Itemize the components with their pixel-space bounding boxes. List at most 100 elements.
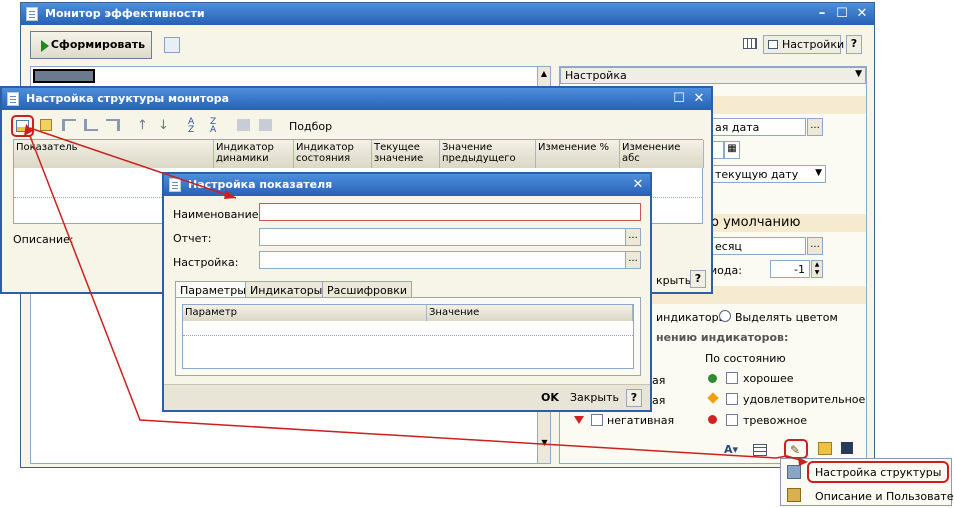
- scroll-up-arrow[interactable]: ▲: [538, 67, 550, 80]
- move-up-icon[interactable]: ↑: [137, 118, 148, 133]
- settings-header-select[interactable]: Настройка ▼: [560, 67, 866, 84]
- date-field[interactable]: ая дата: [710, 118, 806, 136]
- settings-header-label: Настройка: [565, 69, 627, 82]
- refresh-icon[interactable]: [164, 37, 180, 53]
- column-header[interactable]: Изменение %: [536, 140, 620, 168]
- settings-button[interactable]: Настройки: [763, 35, 845, 54]
- ok-state-checkbox[interactable]: [726, 393, 738, 405]
- setting-field[interactable]: [259, 251, 626, 269]
- column-header[interactable]: Показатель: [14, 140, 214, 168]
- ok-button[interactable]: OK: [541, 391, 559, 404]
- main-window-titlebar: Монитор эффективности – ☐ ✕: [21, 3, 874, 25]
- minimize-button[interactable]: –: [814, 6, 830, 22]
- indicator-help-button[interactable]: ?: [626, 389, 642, 407]
- menu-item-description[interactable]: Описание и Пользователи: [781, 485, 954, 505]
- maximize-button[interactable]: ☐: [671, 91, 687, 107]
- settings-button-label: Настройки: [782, 38, 845, 51]
- tabs: Параметры Индикаторы Расшифровки Парамет…: [175, 281, 641, 376]
- highlight-radio[interactable]: [719, 310, 731, 322]
- good-state-checkbox[interactable]: [726, 372, 738, 384]
- table-row[interactable]: [183, 322, 633, 336]
- add-group-icon[interactable]: [40, 119, 52, 131]
- document-icon: [169, 178, 181, 192]
- play-icon: [41, 40, 49, 52]
- report-field[interactable]: [259, 228, 626, 246]
- sort-asc-icon[interactable]: AZ: [188, 118, 194, 135]
- generate-button[interactable]: Сформировать: [30, 31, 152, 59]
- structure-settings-icon: [787, 465, 801, 479]
- sort-desc-icon[interactable]: ZA: [210, 118, 216, 135]
- help-button[interactable]: ?: [846, 35, 862, 54]
- calendar-icon[interactable]: ▦: [724, 141, 740, 159]
- menu-item-structure[interactable]: Настройка структуры: [781, 461, 951, 483]
- popup-menu: Настройка структуры Описание и Пользоват…: [780, 458, 954, 506]
- description-label: Описание:: [13, 233, 74, 246]
- default-section-title: о умолчанию: [711, 215, 801, 230]
- report-select-button[interactable]: ...: [625, 228, 641, 246]
- indicators-option[interactable]: индикаторы: [656, 311, 727, 324]
- move-level-up-icon[interactable]: [62, 119, 76, 131]
- maximize-button[interactable]: ☐: [834, 6, 850, 22]
- setting-select-button[interactable]: ...: [625, 251, 641, 269]
- column-header[interactable]: Текущее значение: [372, 140, 440, 168]
- text-format-icon[interactable]: A▾: [724, 443, 738, 456]
- structure-help-button[interactable]: ?: [690, 270, 706, 288]
- negative-checkbox[interactable]: [591, 414, 603, 426]
- menu-item-structure-label: Настройка структуры: [815, 466, 942, 479]
- column-header[interactable]: Изменение абс: [620, 140, 704, 168]
- name-field[interactable]: [259, 203, 641, 221]
- period-text: есяц: [715, 240, 742, 253]
- date-select-button[interactable]: ...: [807, 118, 823, 136]
- column-header[interactable]: Индикатор состояния: [294, 140, 372, 168]
- main-window-title: Монитор эффективности: [45, 7, 205, 20]
- period-label: иода:: [710, 264, 742, 277]
- column-header[interactable]: Индикатор динамики: [214, 140, 294, 168]
- tools-button[interactable]: ✎: [784, 439, 808, 459]
- scroll-down-arrow[interactable]: ▼: [538, 436, 551, 449]
- period-select-button[interactable]: ...: [807, 237, 823, 255]
- tab-decodings[interactable]: Расшифровки: [322, 281, 413, 298]
- name-label: Наименование:: [173, 208, 263, 221]
- period-spinner[interactable]: ▲ ▼: [811, 260, 823, 278]
- indicator-window: Настройка показателя ✕ Наименование: Отч…: [162, 172, 652, 412]
- add-indicator-button[interactable]: [11, 115, 34, 137]
- wrench-icon: ✎: [790, 443, 801, 457]
- save-icon[interactable]: [841, 442, 853, 454]
- copy-icon[interactable]: [259, 119, 272, 131]
- close-button[interactable]: ✕: [691, 91, 707, 107]
- period-value: -1: [794, 263, 805, 276]
- report-label: Отчет:: [173, 232, 212, 245]
- move-down-icon[interactable]: ↓: [158, 118, 169, 133]
- alarm-state-checkbox[interactable]: [726, 414, 738, 426]
- good-state-label: хорошее: [743, 372, 794, 385]
- close-button[interactable]: ✕: [630, 177, 646, 193]
- podbor-button[interactable]: Подбор: [289, 120, 332, 133]
- document-icon: [26, 7, 38, 21]
- indicator-button-bar: OK Закрыть ?: [164, 384, 650, 410]
- close-dialog-button[interactable]: Закрыть: [570, 391, 619, 404]
- good-state-icon: [708, 374, 717, 383]
- table-icon[interactable]: [753, 444, 767, 456]
- dynamic-positive-label: ая: [652, 374, 666, 387]
- period-value-input[interactable]: -1: [770, 260, 810, 278]
- move-level-down-icon[interactable]: [84, 119, 98, 131]
- column-header[interactable]: Значение предыдущего: [440, 140, 536, 168]
- current-date-select[interactable]: текущую дату ▼: [710, 165, 826, 183]
- structure-close-fragment[interactable]: крыть: [656, 274, 691, 287]
- period-select[interactable]: есяц: [710, 237, 806, 255]
- users-icon: [787, 488, 801, 502]
- edit-icon[interactable]: [237, 119, 250, 131]
- report-title-box: [33, 69, 95, 83]
- tab-indicators[interactable]: Индикаторы: [245, 281, 328, 298]
- table-view-icon[interactable]: [743, 38, 757, 49]
- by-state-label: По состоянию: [705, 352, 786, 365]
- menu-item-description-label: Описание и Пользователи: [815, 490, 954, 503]
- close-button[interactable]: ✕: [854, 6, 870, 22]
- dynamic-neutral-label: ая: [652, 394, 666, 407]
- indent-icon[interactable]: [106, 119, 120, 131]
- upload-icon[interactable]: [818, 442, 832, 455]
- column-header[interactable]: Значение: [427, 305, 633, 321]
- column-header[interactable]: Параметр: [183, 305, 427, 321]
- highlight-color-label[interactable]: Выделять цветом: [735, 311, 838, 324]
- tab-parameters[interactable]: Параметры: [175, 281, 251, 298]
